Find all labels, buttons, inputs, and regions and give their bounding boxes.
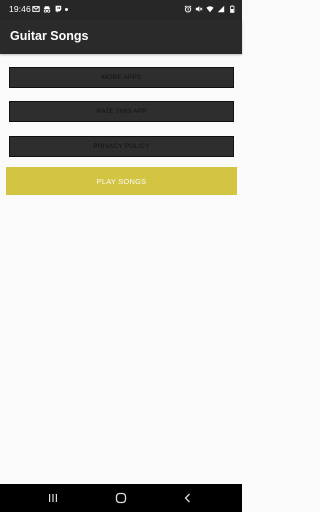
status-bar: 19:46 — [0, 0, 242, 20]
more-apps-label: MORE APPS — [101, 74, 142, 81]
wifi-icon — [206, 5, 214, 13]
system-icons — [184, 3, 236, 15]
rate-app-label: RATE THIS APP — [96, 108, 147, 115]
back-icon[interactable] — [180, 490, 196, 506]
gmail-icon — [32, 5, 40, 13]
more-apps-button[interactable]: MORE APPS — [9, 67, 234, 88]
alarm-icon — [184, 5, 192, 13]
incognito-icon — [43, 5, 51, 13]
app-title: Guitar Songs — [10, 29, 89, 43]
play-songs-label: PLAY SONGS — [96, 176, 147, 186]
mute-icon — [195, 5, 203, 13]
home-icon[interactable] — [113, 490, 129, 506]
notification-icons — [32, 3, 68, 15]
rate-app-button[interactable]: RATE THIS APP — [9, 101, 234, 122]
recents-icon[interactable] — [45, 490, 61, 506]
twitch-icon — [54, 5, 62, 13]
privacy-policy-label: PRIVACY POLICY — [93, 143, 150, 150]
status-time: 19:46 — [9, 4, 31, 14]
app-bar: Guitar Songs — [0, 20, 242, 54]
play-songs-button[interactable]: PLAY SONGS — [6, 167, 237, 195]
battery-icon — [228, 5, 236, 13]
dot-icon — [65, 7, 68, 11]
signal-icon — [217, 5, 225, 13]
privacy-policy-button[interactable]: PRIVACY POLICY — [9, 136, 234, 157]
navigation-bar — [0, 484, 242, 512]
